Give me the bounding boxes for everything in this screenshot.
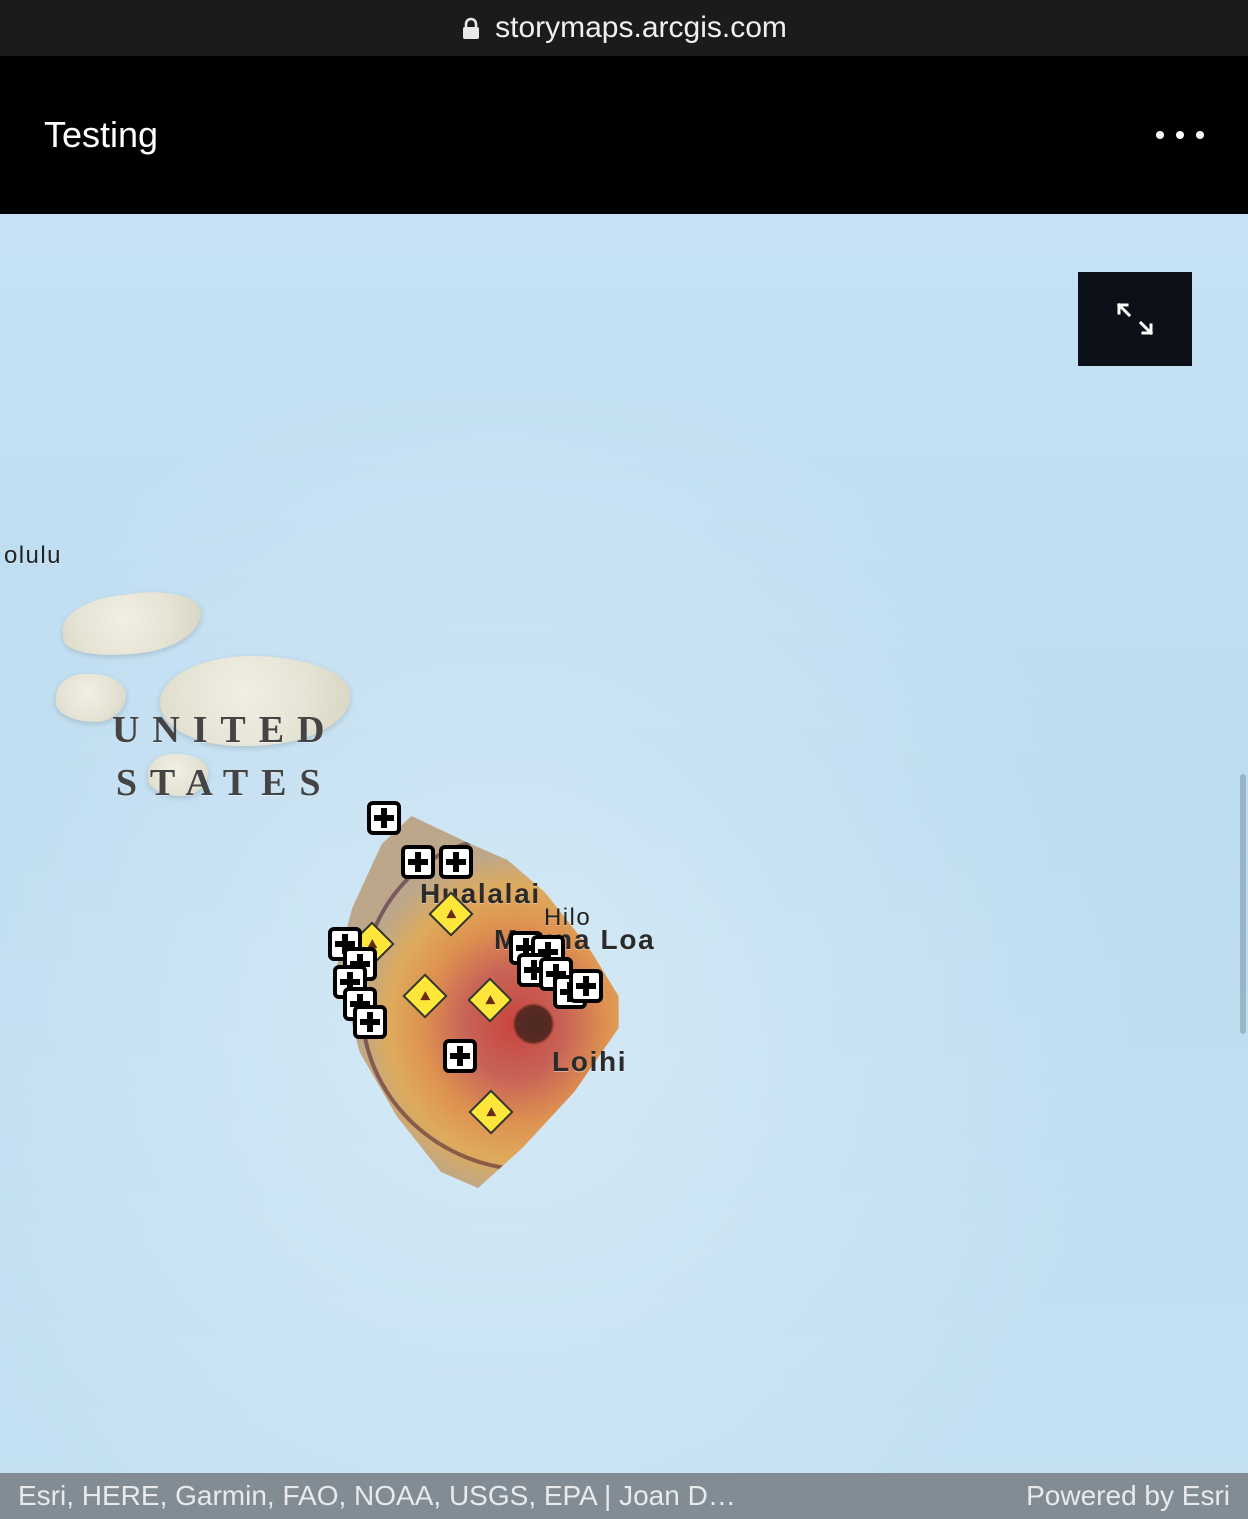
hospital-marker[interactable] bbox=[439, 845, 473, 879]
expand-icon bbox=[1113, 299, 1157, 339]
expand-map-button[interactable] bbox=[1078, 272, 1192, 366]
map-viewport[interactable]: olulu UNITED STATES Hualalai Hilo Mauna … bbox=[0, 214, 1248, 1519]
hospital-marker[interactable] bbox=[443, 1039, 477, 1073]
attribution-sources[interactable]: Esri, HERE, Garmin, FAO, NOAA, USGS, EPA… bbox=[18, 1480, 1026, 1512]
hospital-marker[interactable] bbox=[367, 801, 401, 835]
hospital-marker[interactable] bbox=[569, 969, 603, 1003]
dot-icon bbox=[1156, 131, 1164, 139]
attribution-powered-by[interactable]: Powered by Esri bbox=[1026, 1480, 1230, 1512]
hospital-marker[interactable] bbox=[353, 1005, 387, 1039]
story-title: Testing bbox=[44, 114, 158, 156]
app-header: Testing bbox=[0, 56, 1248, 214]
lock-icon bbox=[461, 17, 481, 41]
dot-icon bbox=[1196, 131, 1204, 139]
more-menu-button[interactable] bbox=[1156, 131, 1204, 139]
scroll-indicator[interactable] bbox=[1240, 774, 1246, 1034]
map-attribution-bar: Esri, HERE, Garmin, FAO, NOAA, USGS, EPA… bbox=[0, 1473, 1248, 1519]
hospital-markers bbox=[0, 214, 1248, 1519]
dot-icon bbox=[1176, 131, 1184, 139]
browser-url-text: storymaps.arcgis.com bbox=[495, 11, 787, 45]
hospital-marker[interactable] bbox=[401, 845, 435, 879]
browser-url-bar: storymaps.arcgis.com bbox=[0, 0, 1248, 56]
